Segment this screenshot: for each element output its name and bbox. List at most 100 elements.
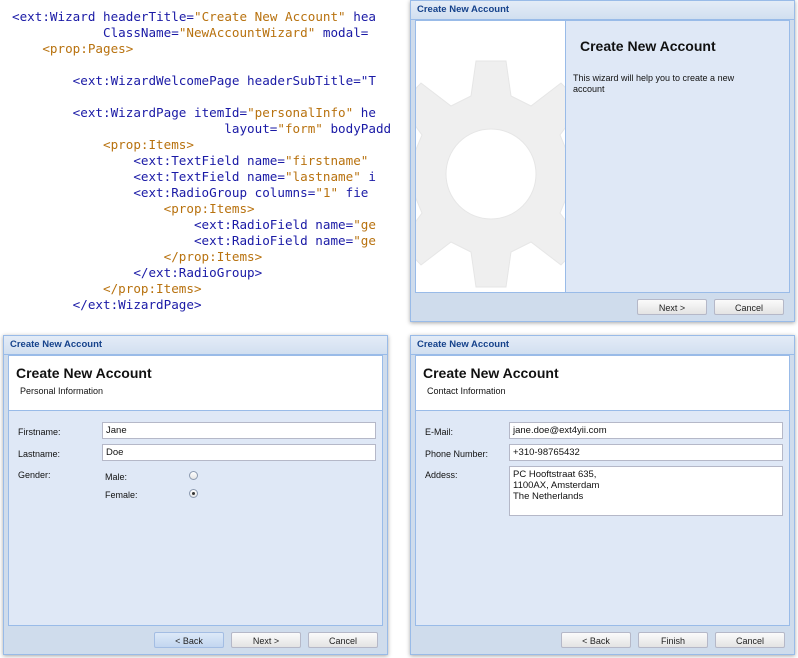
male-radio[interactable] (189, 471, 198, 480)
email-label: E-Mail: (425, 427, 454, 437)
code-line: <ext:TextField name="lastname" i (12, 169, 376, 185)
code-line: <prop:Items> (12, 137, 194, 153)
window-titlebar[interactable]: Create New Account (411, 336, 794, 355)
phone-label: Phone Number: (425, 449, 489, 459)
code-token: <prop:Pages> (12, 41, 134, 56)
code-token: bodyPaddin (330, 121, 392, 136)
cancel-button[interactable]: Cancel (714, 299, 784, 315)
email-field[interactable]: jane.doe@ext4yii.com (509, 422, 783, 439)
code-line: <prop:Items> (12, 201, 255, 217)
wizard-description: This wizard will help you to create a ne… (573, 73, 735, 94)
wizard-title: Create New Account (423, 365, 559, 381)
code-token: columns= (254, 185, 316, 200)
code-token: headerSubTitle="T (247, 73, 376, 88)
phone-field[interactable]: +310-98765432 (509, 444, 783, 461)
window-titlebar[interactable]: Create New Account (411, 1, 794, 20)
cancel-button[interactable]: Cancel (308, 632, 378, 648)
female-label: Female: (105, 490, 138, 500)
code-token: "firstname" (284, 153, 369, 168)
code-token: i (360, 169, 376, 184)
code-line: <ext:RadioField name="ge (12, 233, 376, 249)
window-titlebar[interactable]: Create New Account (4, 336, 387, 355)
female-radio[interactable] (189, 489, 198, 498)
lastname-label: Lastname: (18, 449, 61, 459)
code-line: <ext:WizardPage itemId="personalInfo" he (12, 105, 376, 121)
cancel-button[interactable]: Cancel (715, 632, 785, 648)
code-token: <prop:Items> (12, 201, 255, 216)
address-textarea[interactable]: PC Hooftstraat 635, 1100AX, Amsterdam Th… (509, 466, 783, 516)
code-line: <ext:TextField name="firstname" (12, 153, 368, 169)
code-line: layout="form" bodyPaddin (12, 121, 392, 137)
wizard-header: Create New Account Personal Information (9, 356, 382, 411)
welcome-wizard-window: Create New Account Create New Account Th… (410, 0, 795, 322)
firstname-label: Firstname: (18, 427, 61, 437)
code-token: </prop:Items> (12, 281, 202, 296)
next-button[interactable]: Next > (637, 299, 707, 315)
code-token: "ge (353, 233, 376, 248)
code-token: name= (315, 217, 354, 232)
wizard-title: Create New Account (16, 365, 152, 381)
code-line: <ext:WizardWelcomePage headerSubTitle="T (12, 73, 376, 89)
code-token: </ext:RadioGroup> (12, 265, 263, 280)
code-token: <ext:TextField (12, 169, 248, 184)
code-listing: <ext:Wizard headerTitle="Create New Acco… (0, 0, 392, 322)
code-token: he (353, 105, 376, 120)
window-title: Create New Account (10, 339, 103, 350)
code-token: hea (345, 9, 376, 24)
code-token: <ext:RadioField (12, 233, 316, 248)
finish-button[interactable]: Finish (638, 632, 708, 648)
gear-icon (416, 60, 565, 288)
code-token: modal= (315, 25, 369, 40)
wizard-body: Create New Account This wizard will help… (415, 20, 790, 293)
back-button[interactable]: < Back (561, 632, 631, 648)
code-token: <ext:RadioGroup (12, 185, 255, 200)
welcome-image (416, 21, 566, 292)
lastname-field[interactable]: Doe (102, 444, 376, 461)
wizard-title: Create New Account (580, 38, 716, 54)
code-line: <ext:RadioGroup columns="1" fie (12, 185, 368, 201)
code-token: <prop:Items> (12, 137, 194, 152)
next-button[interactable]: Next > (231, 632, 301, 648)
code-line: </ext:WizardPage> (12, 297, 202, 313)
gender-label: Gender: (18, 470, 51, 480)
code-token: layout= (12, 121, 278, 136)
code-token: headerTitle= (103, 9, 194, 24)
wizard-body: Create New Account Contact Information E… (415, 355, 790, 626)
code-token: </ext:WizardPage> (12, 297, 202, 312)
code-line: <prop:Pages> (12, 41, 133, 57)
code-token: "Create New Account" (194, 9, 346, 24)
code-token: </prop:Items> (12, 249, 263, 264)
address-label: Addess: (425, 470, 458, 480)
back-button[interactable]: < Back (154, 632, 224, 648)
code-token: name= (247, 153, 285, 168)
code-token: "1" (315, 185, 339, 200)
code-token: "personalInfo" (247, 105, 354, 120)
code-token: <ext:WizardPage (12, 105, 194, 120)
male-label: Male: (105, 472, 128, 482)
code-token: <ext:RadioField (12, 217, 316, 232)
code-token: <ext:TextField (12, 153, 248, 168)
code-line: <ext:Wizard headerTitle="Create New Acco… (12, 9, 376, 25)
welcome-content: Create New Account This wizard will help… (566, 21, 789, 292)
code-token: "ge (353, 217, 376, 232)
code-line: </prop:Items> (12, 249, 263, 265)
code-token: fie (338, 185, 369, 200)
wizard-header: Create New Account Contact Information (416, 356, 789, 411)
code-token: <ext:WizardWelcomePage (12, 73, 248, 88)
wizard-subtitle: Contact Information (427, 386, 506, 396)
code-line: <ext:RadioField name="ge (12, 217, 376, 233)
code-token: name= (315, 233, 354, 248)
window-title: Create New Account (417, 4, 510, 15)
wizard-body: Create New Account Personal Information … (8, 355, 383, 626)
code-token: ClassName= (12, 25, 179, 40)
firstname-field[interactable]: Jane (102, 422, 376, 439)
code-token: "NewAccountWizard" (178, 25, 316, 40)
code-token: <ext:Wizard (12, 9, 103, 24)
code-token: itemId= (193, 105, 248, 120)
contact-info-wizard-window: Create New Account Create New Account Co… (410, 335, 795, 655)
code-token: name= (247, 169, 285, 184)
wizard-subtitle: Personal Information (20, 386, 104, 396)
window-title: Create New Account (417, 339, 510, 350)
personal-info-wizard-window: Create New Account Create New Account Pe… (3, 335, 388, 655)
code-line: ClassName="NewAccountWizard" modal= (12, 25, 368, 41)
